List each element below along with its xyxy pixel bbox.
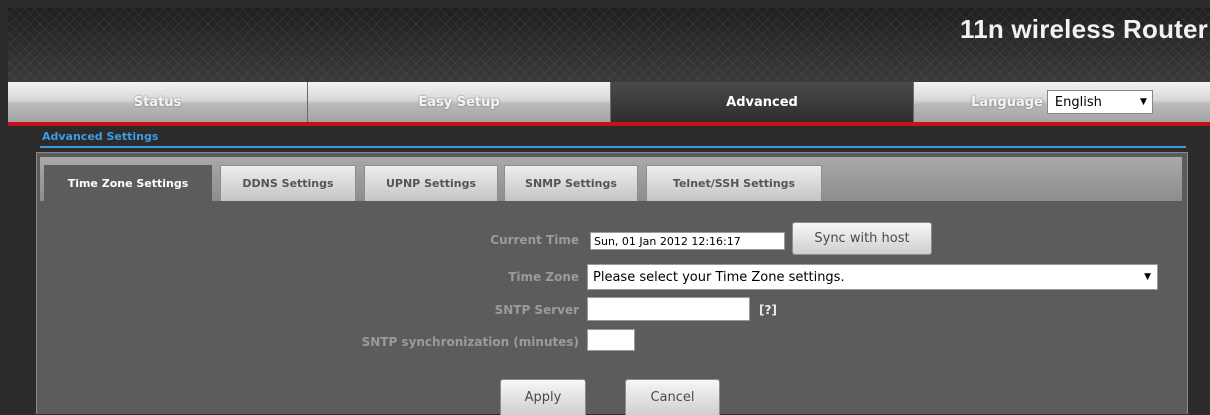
current-time-field: Sun, 01 Jan 2012 12:16:17 (590, 232, 785, 250)
sntp-sync-minutes-input[interactable] (587, 329, 635, 351)
settings-tabbar: Time Zone Settings DDNS Settings UPNP Se… (40, 157, 1182, 201)
language-area: Language English ▼ (914, 82, 1210, 122)
nav-tab-easy-setup[interactable]: Easy Setup (308, 82, 611, 122)
section-title: Advanced Settings (42, 130, 159, 143)
nav-tab-status[interactable]: Status (8, 82, 308, 122)
main-nav: Status Easy Setup Advanced Language Engl… (8, 82, 1210, 122)
time-zone-label: Time Zone (508, 270, 579, 284)
tab-snmp-settings[interactable]: SNMP Settings (504, 165, 638, 201)
tab-ddns-settings[interactable]: DDNS Settings (220, 165, 356, 201)
section-underline (40, 146, 1186, 148)
sync-with-host-button[interactable]: Sync with host (792, 222, 932, 255)
sntp-server-input[interactable] (587, 297, 750, 321)
current-time-label: Current Time (490, 233, 579, 247)
nav-tab-advanced[interactable]: Advanced (611, 82, 914, 122)
cancel-button[interactable]: Cancel (625, 379, 720, 415)
nav-accent-bar (8, 122, 1210, 126)
chevron-down-icon: ▼ (1144, 272, 1151, 282)
sntp-server-label: SNTP Server (494, 303, 579, 317)
sntp-help-link[interactable]: [?] (759, 303, 777, 317)
language-select[interactable]: English ▼ (1046, 90, 1153, 114)
time-zone-select[interactable]: Please select your Time Zone settings. ▼ (587, 264, 1158, 290)
header-banner: 11n wireless Router (8, 8, 1210, 82)
tab-time-zone-settings[interactable]: Time Zone Settings (44, 165, 212, 201)
tab-telnet-ssh-settings[interactable]: Telnet/SSH Settings (646, 165, 822, 201)
tab-upnp-settings[interactable]: UPNP Settings (364, 165, 498, 201)
router-brand-title: 11n wireless Router (959, 14, 1208, 44)
apply-button[interactable]: Apply (500, 379, 586, 415)
language-label: Language (971, 94, 1043, 110)
language-select-value: English (1054, 94, 1102, 110)
sntp-sync-label: SNTP synchronization (minutes) (361, 335, 579, 349)
time-zone-select-value: Please select your Time Zone settings. (593, 269, 845, 285)
chevron-down-icon: ▼ (1139, 97, 1147, 107)
settings-panel: Time Zone Settings DDNS Settings UPNP Se… (36, 152, 1188, 415)
